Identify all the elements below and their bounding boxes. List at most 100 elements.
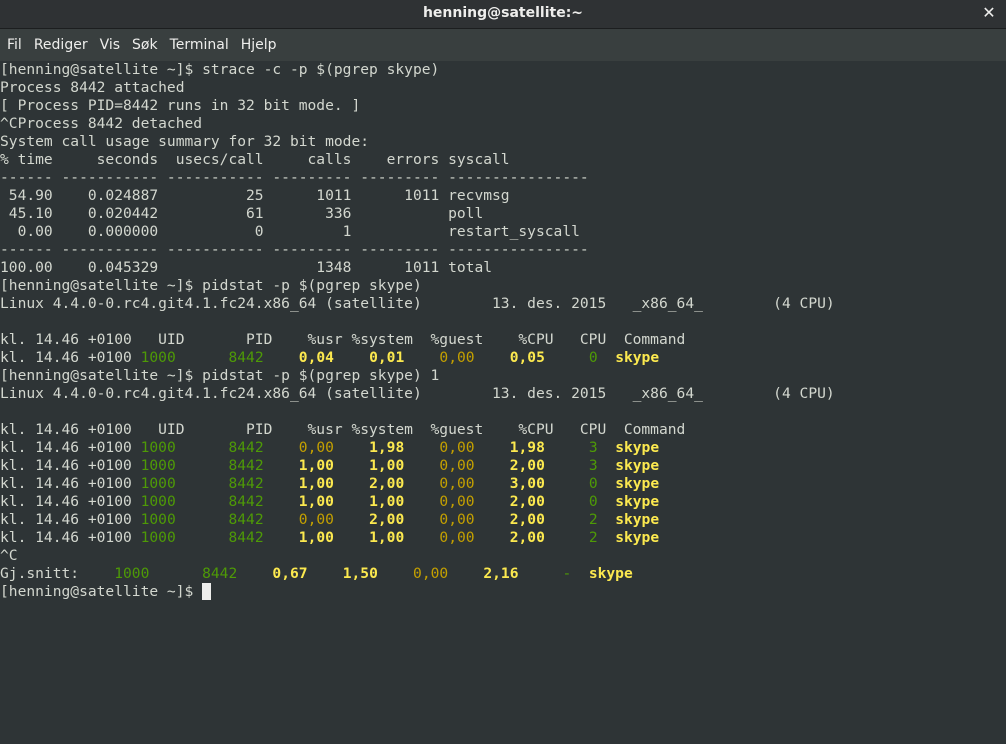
terminal-text: 8442	[228, 439, 264, 456]
terminal-line: ^C	[0, 547, 990, 565]
terminal-text: 0	[588, 349, 598, 366]
terminal-line: kl. 14.46 +0100 1000 8442 0,00 1,98 0,00…	[0, 439, 990, 457]
terminal-lines: [henning@satellite ~]$ strace -c -p $(pg…	[0, 61, 990, 601]
terminal-line: Gj.snitt: 1000 8442 0,67 1,50 0,00 2,16 …	[0, 565, 990, 583]
terminal-text: 2,00	[509, 457, 545, 474]
terminal-text: Process 8442 attached	[0, 79, 185, 96]
terminal-text: kl. 14.46 +0100	[0, 439, 141, 456]
menu-edit[interactable]: Rediger	[28, 29, 94, 61]
terminal-text: 2,00	[509, 511, 545, 528]
terminal-text: 1,98	[369, 439, 405, 456]
terminal-text: 0,00	[439, 349, 475, 366]
close-icon[interactable]: ✕	[980, 4, 998, 22]
terminal-line: 54.90 0.024887 25 1011 1011 recvmsg	[0, 187, 990, 205]
menu-help[interactable]: Hjelp	[235, 29, 283, 61]
terminal-text: 3,00	[509, 475, 545, 492]
terminal-output[interactable]: [henning@satellite ~]$ strace -c -p $(pg…	[0, 61, 990, 744]
scrollbar[interactable]	[990, 61, 1006, 744]
terminal-text: skype	[588, 565, 633, 582]
terminal-text: kl. 14.46 +0100	[0, 511, 141, 528]
menu-search[interactable]: Søk	[126, 29, 164, 61]
terminal-text: Gj.snitt:	[0, 565, 115, 582]
terminal-text: 0,00	[439, 475, 475, 492]
terminal-text: [henning@satellite ~]$	[0, 583, 203, 600]
terminal-text: 2,00	[509, 529, 545, 546]
terminal-text: 0	[588, 493, 598, 510]
terminal-line: [henning@satellite ~]$ pidstat -p $(pgre…	[0, 277, 990, 295]
terminal-text: 8442	[228, 475, 264, 492]
menu-bar: Fil Rediger Vis Søk Terminal Hjelp	[0, 29, 1006, 62]
terminal-text: skype	[615, 493, 660, 510]
terminal-text: 3	[588, 439, 598, 456]
terminal-text: System call usage summary for 32 bit mod…	[0, 133, 370, 150]
terminal-text: 100.00 0.045329 1348 1011 total	[0, 259, 493, 276]
terminal-text: 1000	[140, 475, 176, 492]
terminal-text: 1,00	[298, 475, 334, 492]
terminal-text: ------ ----------- ----------- ---------…	[0, 241, 589, 258]
terminal-text: skype	[615, 511, 660, 528]
terminal-text: 0,00	[298, 439, 334, 456]
terminal-line: System call usage summary for 32 bit mod…	[0, 133, 990, 151]
terminal-text: 1000	[114, 565, 150, 582]
terminal-text: 0,04	[298, 349, 334, 366]
terminal-text: ------ ----------- ----------- ---------…	[0, 169, 589, 186]
terminal-text: [ Process PID=8442 runs in 32 bit mode. …	[0, 97, 361, 114]
menu-view[interactable]: Vis	[94, 29, 126, 61]
menu-terminal[interactable]: Terminal	[164, 29, 235, 61]
terminal-text: 0.00 0.000000 0 1 restart_syscall	[0, 223, 580, 240]
terminal-line: 100.00 0.045329 1348 1011 total	[0, 259, 990, 277]
terminal-text: 0,05	[509, 349, 545, 366]
terminal-text: kl. 14.46 +0100	[0, 457, 141, 474]
menu-file[interactable]: Fil	[1, 29, 28, 61]
terminal-text: kl. 14.46 +0100	[0, 475, 141, 492]
terminal-line: [ Process PID=8442 runs in 32 bit mode. …	[0, 97, 990, 115]
terminal-text: [henning@satellite ~]$ pidstat -p $(pgre…	[0, 367, 440, 384]
terminal-text: kl. 14.46 +0100	[0, 349, 141, 366]
terminal-text: 45.10 0.020442 61 336 poll	[0, 205, 484, 222]
terminal-line: Linux 4.4.0-0.rc4.git4.1.fc24.x86_64 (sa…	[0, 295, 990, 313]
terminal-text: 1000	[140, 349, 176, 366]
terminal-text: ^C	[0, 547, 18, 564]
terminal-text: 0,00	[439, 511, 475, 528]
terminal-text: 8442	[228, 457, 264, 474]
terminal-line: kl. 14.46 +0100 1000 8442 0,04 0,01 0,00…	[0, 349, 990, 367]
terminal-text: 0,67	[272, 565, 308, 582]
terminal-text: 1,98	[509, 439, 545, 456]
terminal-text: 1000	[140, 529, 176, 546]
terminal-text: 8442	[228, 349, 264, 366]
terminal-text: 2	[588, 511, 598, 528]
